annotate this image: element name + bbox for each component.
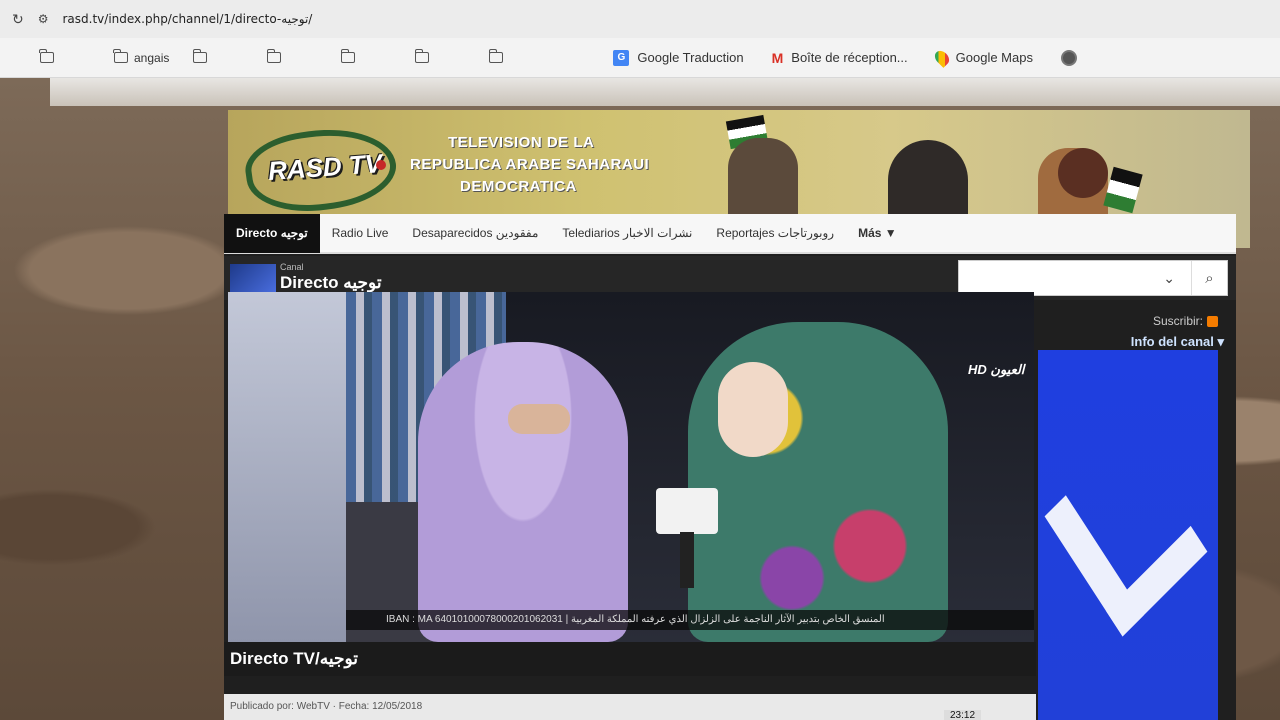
folder-icon (488, 49, 504, 63)
video-time: 23:12 (944, 710, 982, 720)
nav-item-directo[interactable]: Directo توجيه (224, 214, 320, 253)
bookmark-folder-label: angais (134, 50, 170, 65)
bookmark-label: Google Maps (955, 50, 1033, 65)
bookmark-folder-5[interactable] (340, 49, 356, 63)
rss-icon[interactable] (1207, 315, 1218, 327)
bookmark-folder-angais[interactable]: angais (113, 49, 170, 65)
subscribe-link[interactable]: Suscribir: (1153, 314, 1218, 328)
sahrawi-flag-right (1103, 166, 1143, 214)
gmail-icon: M (771, 49, 784, 66)
search-icon[interactable]: ⌕ (1191, 261, 1227, 295)
address-bar: ↻ ⚙ rasd.tv/index.php/channel/1/directo-… (0, 0, 1280, 38)
video-studio-panel (228, 292, 346, 642)
page-top-strip (50, 78, 1280, 106)
bookmarks-bar: angais G Google Traduction M Boîte de ré… (0, 38, 1280, 78)
logo-star-icon (376, 160, 386, 170)
bookmark-label: Google Traduction (637, 50, 744, 65)
main-nav: Directo توجيه Radio Live Desaparecidos م… (224, 214, 1236, 254)
bookmark-folder-1[interactable] (39, 49, 54, 63)
subscribe-label: Suscribir: (1152, 314, 1203, 328)
interviewee-figure (418, 342, 628, 642)
banner-line-2: REPUBLICA ARABE SAHARAUI (410, 156, 650, 173)
site-content: Directo توجيه Radio Live Desaparecidos م… (224, 214, 1236, 720)
channel-label: Canal (280, 262, 304, 272)
bookmark-folder-6[interactable] (414, 49, 430, 63)
reload-icon[interactable]: ↻ (12, 11, 24, 28)
folder-icon (113, 49, 128, 63)
microphone-handle (680, 532, 694, 588)
bookmark-folder-4[interactable] (266, 49, 282, 63)
bookmark-gmail[interactable]: M Boîte de réception... (772, 50, 908, 66)
banner-line-3: DEMOCRATICA (460, 178, 577, 195)
channel-watermark: HD العيون (968, 362, 1025, 377)
folder-icon (340, 49, 356, 63)
banner-figure-4 (1058, 148, 1108, 198)
folder-icon (414, 49, 430, 63)
channel-info-toggle[interactable]: Info del canal ▾ (1131, 334, 1224, 350)
chevron-down-icon[interactable]: ⌄ (1163, 270, 1175, 287)
nav-item-radio-live[interactable]: Radio Live (320, 214, 401, 253)
interviewee-face (508, 404, 570, 434)
channel-thumbnail[interactable] (230, 264, 276, 294)
nav-item-desaparecidos[interactable]: Desaparecidos مفقودين (400, 214, 550, 253)
microphone-icon (656, 488, 718, 534)
reporter-figure (688, 322, 948, 642)
folder-icon (266, 49, 282, 63)
reporter-face (718, 362, 788, 457)
search-box[interactable]: ⌄ ⌕ (958, 260, 1228, 296)
video-meta: Publicado por: WebTV · Fecha: 12/05/2018 (224, 694, 1036, 720)
site-info-icon[interactable]: ⚙ (38, 12, 49, 26)
nav-item-mas[interactable]: Más ▼ (846, 214, 909, 253)
video-title: Directo TV/توجيه (224, 642, 1036, 676)
globe-icon (1060, 49, 1077, 66)
banner-line-1: TELEVISION DE LA (448, 134, 595, 151)
bookmark-google-maps[interactable]: Google Maps (931, 47, 1033, 68)
bookmark-folder-3[interactable] (192, 49, 208, 63)
folder-icon (39, 49, 54, 63)
nav-item-telediarios[interactable]: Telediarios نشرات الاخبار (550, 214, 704, 253)
bookmark-folder-7[interactable] (488, 49, 504, 63)
maps-icon (931, 47, 952, 68)
news-ticker: IBAN : MA 64010100078000201062031 | المن… (346, 610, 1034, 630)
bookmark-globe[interactable] (1060, 49, 1077, 66)
url-field[interactable]: rasd.tv/index.php/channel/1/directo-توجي… (63, 12, 313, 26)
folder-icon (192, 49, 208, 63)
bookmark-google-translate[interactable]: G Google Traduction (613, 49, 744, 66)
live-video-player[interactable]: HD العيون IBAN : MA 64010100078000201062… (228, 292, 1034, 642)
channel-title: Directo توجيه (280, 273, 382, 292)
nav-item-reportajes[interactable]: Reportajes روبورتاجات (704, 214, 846, 253)
bookmark-label: Boîte de réception... (791, 50, 908, 65)
translate-icon: G (613, 49, 630, 66)
